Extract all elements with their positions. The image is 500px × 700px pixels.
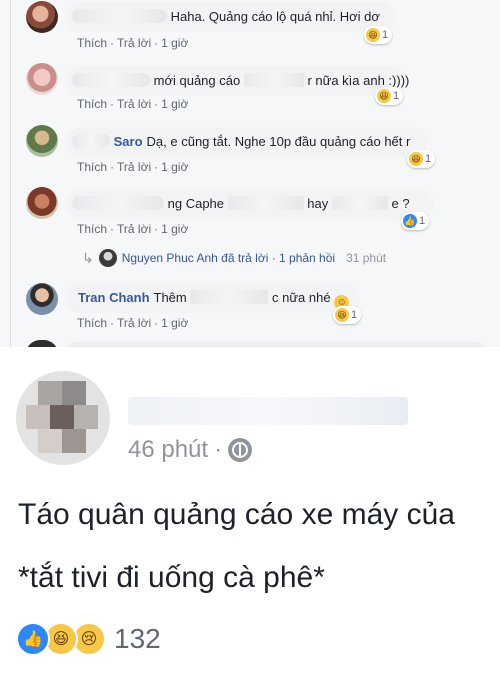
like-link[interactable]: Thích [77, 222, 107, 236]
redacted-text [243, 73, 304, 87]
reaction-count: 1 [382, 29, 389, 41]
comment-text: r nữa kìa anh :)))) [307, 73, 410, 88]
comment-author[interactable]: Saro [114, 134, 143, 149]
post-meta: 46 phút · [128, 435, 253, 465]
reaction-count: 1 [425, 153, 432, 165]
comment-time[interactable]: 1 giờ [161, 316, 188, 330]
comment-text: Haha. Quảng cáo lộ quá nhỉ. Hơi dơ [170, 9, 380, 24]
like-link[interactable]: Thích [77, 97, 107, 111]
reply-link[interactable]: Trả lời [117, 222, 151, 236]
comment-text: c nữa nhé [272, 290, 331, 305]
reply-link[interactable]: Trả lời [117, 97, 151, 111]
comment-actions: Thích · Trả lời · 1 giờ [77, 316, 189, 330]
reply-link[interactable]: Trả lời [117, 36, 151, 50]
comment-bubble: Haha. Quảng cáo lộ quá nhỉ. Hơi dơ [66, 2, 396, 32]
comment-time[interactable]: 1 giờ [161, 222, 188, 236]
reaction-badge[interactable]: 😆 1 [364, 26, 393, 44]
redacted-name [72, 134, 110, 148]
like-emoji-icon: 👍 [16, 622, 50, 656]
comment-bubble: Saro Dạ, e cũng tắt. Nghe 10p đầu quảng c… [66, 127, 428, 157]
post-time[interactable]: 46 phút [128, 435, 208, 465]
comment-time[interactable]: 1 giờ [161, 36, 188, 50]
comment-bubble: mới quảng cáo r nữa kìa anh :)))) [66, 66, 410, 96]
reaction-badge[interactable]: 👍 1 [401, 212, 430, 230]
post: 46 phút · Táo quân quảng cáo xe máy của … [0, 347, 500, 700]
reply-link[interactable]: Trả lời [117, 160, 151, 174]
reply-summary[interactable]: Nguyen Phuc Anh đã trả lời · 1 phản hồi [122, 251, 335, 265]
avatar[interactable] [26, 125, 58, 157]
reaction-count: 1 [393, 90, 400, 102]
avatar [26, 340, 58, 347]
avatar[interactable] [16, 371, 110, 465]
haha-emoji-icon: 😆 [409, 152, 423, 166]
view-replies-link[interactable]: ↳ Nguyen Phuc Anh đã trả lời · 1 phản hồ… [82, 249, 386, 267]
like-link[interactable]: Thích [77, 36, 107, 50]
comment-time[interactable]: 1 giờ [161, 160, 188, 174]
reaction-badge[interactable]: 😆 1 [407, 150, 436, 168]
comment-bubble: ng Caphe hay e ? [66, 189, 434, 219]
avatar[interactable] [26, 63, 58, 95]
comment-author[interactable]: Tran Chanh [78, 290, 150, 305]
reply-arrow-icon: ↳ [82, 250, 94, 266]
like-emoji-icon: 👍 [403, 214, 417, 228]
comment-time[interactable]: 1 giờ [161, 97, 188, 111]
avatar[interactable] [26, 187, 58, 219]
comment-text: e ? [391, 196, 410, 211]
avatar[interactable] [26, 1, 58, 33]
post-text-line: *tắt tivi đi uống cà phê* [18, 561, 325, 594]
avatar [98, 249, 117, 267]
redacted-text [190, 290, 269, 304]
avatar[interactable] [26, 283, 58, 315]
redacted-name [72, 196, 164, 210]
like-link[interactable]: Thích [77, 316, 107, 330]
comment-actions: Thích · Trả lời · 1 giờ [77, 222, 189, 236]
comment-text: mới quảng cáo [153, 73, 241, 88]
haha-emoji-icon: 😆 [335, 308, 349, 322]
reply-link[interactable]: Trả lời [117, 316, 151, 330]
redacted-name [72, 9, 167, 23]
redacted-name [72, 73, 150, 87]
post-text-line: Táo quân quảng cáo xe máy của [18, 498, 455, 531]
comment-actions: Thích · Trả lời · 1 giờ [77, 160, 189, 174]
redacted-author-name[interactable] [128, 397, 408, 425]
reaction-count: 1 [351, 309, 358, 321]
haha-emoji-icon: 😆 [366, 28, 380, 42]
reaction-count[interactable]: 132 [114, 622, 161, 656]
redacted-text [227, 196, 304, 210]
comment-actions: Thích · Trả lời · 1 giờ [77, 97, 189, 111]
comment-text: Thêm [153, 290, 187, 305]
comment-text: Dạ, e cũng tắt. Nghe 10p đầu quảng cáo h… [146, 134, 411, 149]
comment-thread: Haha. Quảng cáo lộ quá nhỉ. Hơi dơ Thích… [0, 0, 500, 347]
comment-text: ng Caphe [167, 196, 225, 211]
comment-actions: Thích · Trả lời · 1 giờ [77, 36, 189, 50]
reply-time[interactable]: 31 phút [346, 251, 386, 265]
reaction-count: 1 [419, 215, 426, 227]
reaction-badge[interactable]: 😆 1 [375, 87, 404, 105]
globe-icon[interactable] [228, 438, 253, 462]
comment-bubble: Tran Chanh Thêm c nữa nhé ☺ [66, 283, 360, 313]
reaction-badge[interactable]: 😆 1 [333, 306, 362, 324]
haha-emoji-icon: 😆 [377, 89, 391, 103]
post-reactions[interactable]: 👍 😆 😢 132 [16, 622, 161, 656]
redacted-text [331, 196, 388, 210]
meta-separator: · [214, 436, 223, 463]
like-link[interactable]: Thích [77, 160, 107, 174]
comment-text: hay [307, 196, 329, 211]
